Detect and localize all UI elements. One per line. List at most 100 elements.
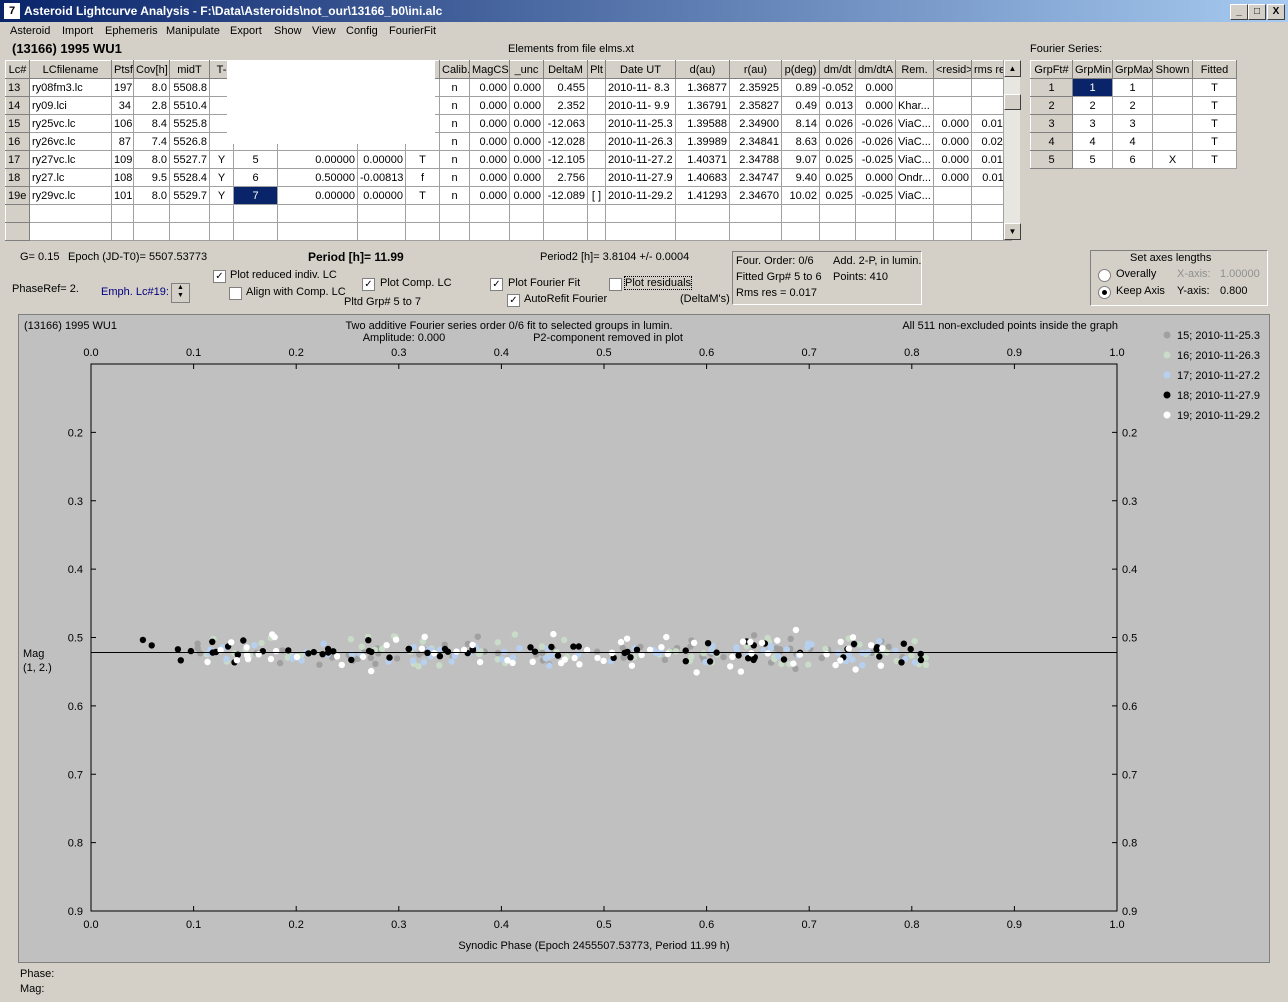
row-header[interactable]: 19e xyxy=(5,186,30,205)
table-cell[interactable]: 0.000 xyxy=(509,132,544,151)
table-scrollbar[interactable]: ▲ ▼ xyxy=(1003,60,1021,240)
lc-col-header[interactable]: LCfilename xyxy=(29,60,112,79)
row-header[interactable]: 4 xyxy=(1030,132,1073,151)
table-cell[interactable]: Khar... xyxy=(895,96,934,115)
lc-col-header[interactable]: dm/dt xyxy=(819,60,856,79)
table-cell[interactable]: [ ] xyxy=(587,186,606,205)
table-cell[interactable]: 0.025 xyxy=(819,168,856,187)
table-cell[interactable]: 8.14 xyxy=(781,114,820,133)
fourier-col-header[interactable]: GrpMax xyxy=(1112,60,1153,79)
table-cell[interactable]: 0.50000 xyxy=(277,168,358,187)
table-cell[interactable]: T xyxy=(405,150,440,169)
table-cell[interactable]: T xyxy=(1192,132,1237,151)
table-cell[interactable] xyxy=(587,114,606,133)
table-cell[interactable]: n xyxy=(439,78,470,97)
table-cell[interactable] xyxy=(1152,114,1193,133)
table-cell[interactable] xyxy=(587,78,606,97)
table-cell[interactable] xyxy=(587,150,606,169)
table-cell[interactable]: 197 xyxy=(111,78,134,97)
table-cell[interactable]: 0.00000 xyxy=(277,150,358,169)
row-header[interactable]: 18 xyxy=(5,168,30,187)
minimize-button[interactable]: _ xyxy=(1230,4,1248,20)
lc-col-header[interactable]: Ptsf xyxy=(111,60,134,79)
x-axis-value[interactable]: 1.00000 xyxy=(1220,268,1260,280)
table-cell[interactable] xyxy=(933,96,972,115)
menu-show[interactable]: Show xyxy=(274,25,302,37)
fourier-row[interactable]: 333T xyxy=(1030,114,1237,133)
lc-col-header[interactable]: dm/dtA xyxy=(855,60,896,79)
table-cell[interactable]: 0.000 xyxy=(469,150,510,169)
plot-comp-checkbox[interactable]: ✓ xyxy=(362,278,375,291)
maximize-button[interactable]: □ xyxy=(1248,4,1266,20)
table-cell[interactable]: 0.000 xyxy=(933,150,972,169)
fourier-row[interactable]: 222T xyxy=(1030,96,1237,115)
table-cell[interactable]: 0.000 xyxy=(855,78,896,97)
table-cell[interactable] xyxy=(587,96,606,115)
keep-axis-radio[interactable] xyxy=(1098,286,1111,299)
table-cell[interactable]: 2 xyxy=(1112,96,1153,115)
table-cell[interactable]: 0.000 xyxy=(509,114,544,133)
table-cell[interactable]: 0.000 xyxy=(469,132,510,151)
table-cell[interactable]: 10.02 xyxy=(781,186,820,205)
table-cell[interactable]: 4 xyxy=(1112,132,1153,151)
table-cell[interactable]: 0.000 xyxy=(469,78,510,97)
table-cell[interactable]: ViaC... xyxy=(895,132,934,151)
table-cell[interactable]: 0.000 xyxy=(855,168,896,187)
table-cell[interactable]: Y xyxy=(209,150,234,169)
menu-asteroid[interactable]: Asteroid xyxy=(10,25,50,37)
plot-reduced-checkbox[interactable]: ✓ xyxy=(213,270,226,283)
table-cell[interactable]: 108 xyxy=(111,168,134,187)
table-cell[interactable]: ry25vc.lc xyxy=(29,114,112,133)
table-cell[interactable]: 2.34670 xyxy=(729,186,782,205)
table-cell[interactable]: 8.0 xyxy=(133,186,170,205)
table-cell[interactable]: 2010-11-26.3 xyxy=(605,132,676,151)
table-cell[interactable]: T xyxy=(405,186,440,205)
table-cell[interactable]: 2010-11-27.9 xyxy=(605,168,676,187)
plot-fourier-checkbox[interactable]: ✓ xyxy=(490,278,503,291)
fourier-col-header[interactable]: GrpFt# xyxy=(1030,60,1073,79)
table-cell[interactable]: 0.013 xyxy=(819,96,856,115)
table-cell[interactable]: 8.63 xyxy=(781,132,820,151)
table-cell[interactable]: 1.36791 xyxy=(675,96,730,115)
table-cell[interactable]: 0.000 xyxy=(469,168,510,187)
table-cell[interactable]: 2.34900 xyxy=(729,114,782,133)
table-cell[interactable]: 5527.7 xyxy=(169,150,210,169)
table-cell[interactable]: ViaC... xyxy=(895,150,934,169)
menu-export[interactable]: Export xyxy=(230,25,262,37)
table-cell[interactable]: 2010-11-25.3 xyxy=(605,114,676,133)
table-cell[interactable]: n xyxy=(439,168,470,187)
table-cell[interactable]: 0.000 xyxy=(469,114,510,133)
table-cell[interactable]: -12.063 xyxy=(543,114,588,133)
table-cell[interactable]: 0.000 xyxy=(469,186,510,205)
table-cell[interactable] xyxy=(1152,78,1193,97)
table-cell[interactable] xyxy=(933,78,972,97)
table-row[interactable]: 15 ry25vc.lc 106 8.4 5525.8 n 0.000 0.000 -12.06… xyxy=(5,114,1012,133)
row-header[interactable]: 14 xyxy=(5,96,30,115)
fourier-col-header[interactable]: Fitted xyxy=(1192,60,1237,79)
table-cell[interactable]: 101 xyxy=(111,186,134,205)
lightcurve-plot[interactable]: (13166) 1995 WU1 Two additive Fourier se… xyxy=(18,314,1270,963)
table-cell[interactable]: -0.025 xyxy=(855,186,896,205)
table-cell[interactable]: 0.000 xyxy=(933,168,972,187)
lc-col-header[interactable]: r(au) xyxy=(729,60,782,79)
menu-import[interactable]: Import xyxy=(62,25,93,37)
lc-col-header[interactable]: midT xyxy=(169,60,210,79)
table-cell[interactable]: 1 xyxy=(1112,78,1153,97)
lc-col-header[interactable]: d(au) xyxy=(675,60,730,79)
table-cell[interactable]: 0.000 xyxy=(509,96,544,115)
table-cell[interactable]: 1.39989 xyxy=(675,132,730,151)
table-cell[interactable]: 87 xyxy=(111,132,134,151)
table-cell[interactable]: 2010-11- 8.3 xyxy=(605,78,676,97)
table-row[interactable]: 14 ry09.lci 34 2.8 5510.4 n 0.000 0.000 2.352 201… xyxy=(5,96,1012,115)
lc-col-header[interactable]: p(deg) xyxy=(781,60,820,79)
table-cell[interactable]: ViaC... xyxy=(895,186,934,205)
table-cell[interactable]: 0.000 xyxy=(509,150,544,169)
table-cell[interactable]: T xyxy=(1192,96,1237,115)
table-cell[interactable]: 8.0 xyxy=(133,78,170,97)
row-header[interactable]: 15 xyxy=(5,114,30,133)
table-cell[interactable]: -0.00813 xyxy=(357,168,406,187)
table-cell[interactable]: 0.026 xyxy=(819,132,856,151)
lc-col-header[interactable]: Cov[h] xyxy=(133,60,170,79)
table-cell[interactable]: 2.34747 xyxy=(729,168,782,187)
table-cell[interactable]: Y xyxy=(209,168,234,187)
